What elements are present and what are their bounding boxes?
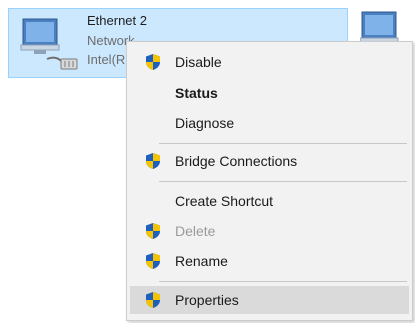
- menu-item-create-shortcut[interactable]: Create Shortcut: [130, 187, 409, 215]
- adapter-name: Ethernet 2: [87, 13, 147, 28]
- menu-separator: [159, 181, 407, 182]
- uac-shield-icon: [146, 153, 160, 169]
- menu-item-label: Rename: [175, 253, 228, 269]
- adapter-device: Intel(R: [87, 52, 126, 67]
- menu-item-label: Diagnose: [175, 115, 235, 131]
- uac-shield-icon: [146, 223, 160, 239]
- menu-item-properties[interactable]: Properties: [130, 286, 409, 314]
- menu-item-label: Disable: [175, 54, 222, 70]
- menu-separator: [159, 281, 407, 282]
- network-adapter-icon: [20, 18, 78, 70]
- uac-shield-icon: [146, 292, 160, 308]
- menu-item-label: Create Shortcut: [175, 193, 274, 209]
- menu-item-disable[interactable]: Disable: [130, 48, 409, 76]
- menu-item-label: Bridge Connections: [175, 153, 298, 169]
- menu-item-diagnose[interactable]: Diagnose: [130, 109, 409, 137]
- menu-item-rename[interactable]: Rename: [130, 247, 409, 275]
- menu-item-status[interactable]: Status: [130, 79, 409, 107]
- menu-item-bridge-connections[interactable]: Bridge Connections: [130, 147, 409, 175]
- menu-item-label: Status: [175, 85, 218, 101]
- menu-separator: [159, 143, 407, 144]
- menu-item-delete: Delete: [130, 217, 409, 245]
- uac-shield-icon: [146, 253, 160, 269]
- menu-item-label: Delete: [175, 223, 216, 239]
- menu-item-label: Properties: [175, 292, 239, 308]
- context-menu: Disable Status Diagnose Bridge Connectio…: [126, 41, 413, 321]
- uac-shield-icon: [146, 54, 160, 70]
- desktop-window: Ethernet 2 Network Intel(R Disable Statu…: [0, 0, 415, 323]
